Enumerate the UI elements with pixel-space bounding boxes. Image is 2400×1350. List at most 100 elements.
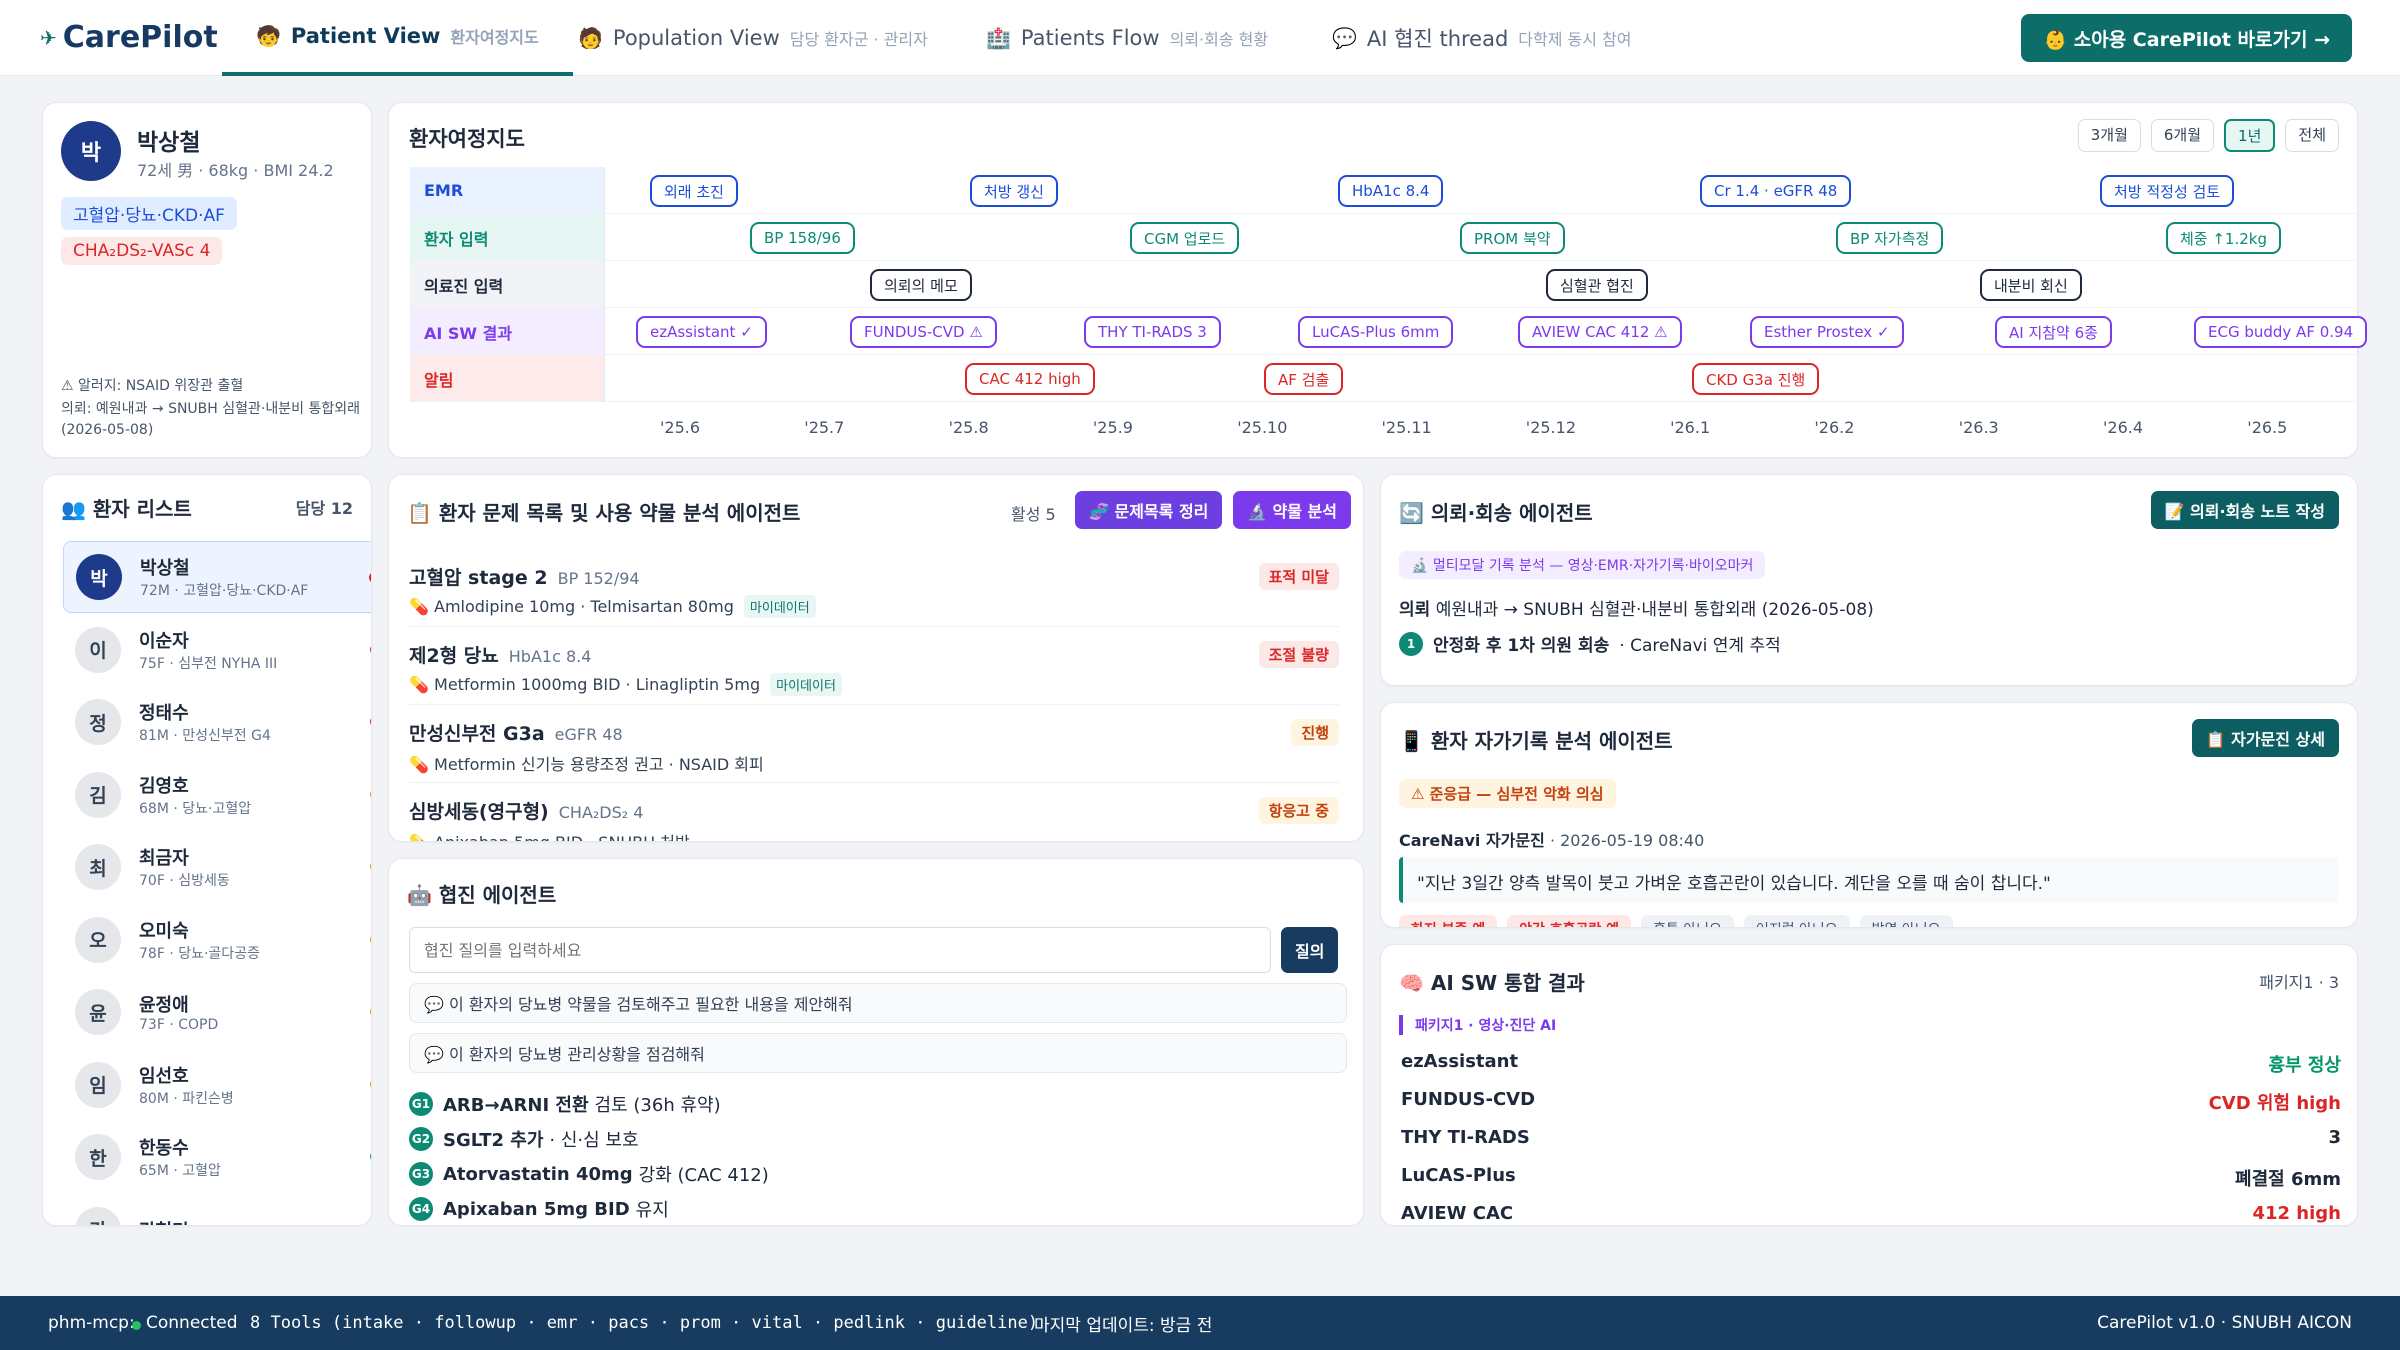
goal-number: G1: [409, 1092, 433, 1116]
patient-list-item[interactable]: 김 김영호 68M · 당뇨·고혈압: [63, 759, 371, 831]
problem-item[interactable]: 심방세동(영구형) CHA₂DS₂ 4 💊 Apixaban 5mg BID · S…: [409, 783, 1339, 841]
avatar: 최: [75, 844, 121, 890]
allergy-note: ⚠ 알러지: NSAID 위장관 출혈: [61, 378, 244, 394]
problem-value: BP 152/94: [557, 569, 640, 588]
ai-result-row: FUNDUS-CVD CVD 위험 high: [1401, 1089, 2341, 1115]
self-record-title: 📱 환자 자가기록 분석 에이전트: [1399, 729, 1673, 753]
axis-tick-label: '25.7: [804, 418, 845, 437]
range-3m[interactable]: 3개월: [2077, 119, 2141, 152]
ai-tool-result: 3: [2328, 1127, 2341, 1148]
patient-list-item[interactable]: 윤 윤정애 73F · COPD: [63, 976, 371, 1048]
patient-name: 김영호: [139, 775, 189, 797]
journey-event[interactable]: AVIEW CAC 412 ⚠: [1518, 316, 1682, 348]
goal-action: SGLT2 추가: [443, 1130, 544, 1151]
journey-event[interactable]: BP 자가측정: [1836, 222, 1944, 254]
problem-value: CHA₂DS₂ 4: [558, 803, 644, 822]
avatar: 이: [75, 626, 121, 673]
journey-event[interactable]: PROM 북약: [1460, 222, 1565, 254]
problem-item[interactable]: 고혈압 stage 2 BP 152/94 💊 Amlodipine 10mg · …: [409, 549, 1339, 627]
patient-list-item[interactable]: 최 최금자 70F · 심방세동: [63, 831, 371, 903]
suggestion-chip[interactable]: 💬 이 환자의 당뇨병 약물을 검토해주고 필요한 내용을 제안해줘: [409, 983, 1347, 1023]
drug-analysis-button[interactable]: 🔬 약물 분석: [1233, 491, 1351, 529]
journey-event[interactable]: AI 지참약 6종: [1995, 316, 2112, 348]
journey-event[interactable]: Cr 1.4 · eGFR 48: [1700, 175, 1852, 207]
journey-event[interactable]: 외래 초진: [650, 175, 738, 207]
ai-sw-title: 🧠 AI SW 통합 결과: [1399, 971, 1585, 995]
package-count: 패키지1 · 3: [2259, 973, 2339, 992]
problem-status-tag: 표적 미달: [1258, 563, 1339, 590]
symptom-chip: 어지럼 아니오: [1743, 915, 1850, 927]
problem-status-tag: 조절 불량: [1258, 641, 1339, 668]
tab-patient-view[interactable]: 🧒 Patient View 환자여정지도: [222, 0, 573, 76]
patient-summary: 70F · 심방세동: [139, 873, 230, 889]
med-text: 💊 Metformin 1000mg BID · Linagliptin 5mg: [409, 675, 761, 694]
problem-list-title: 📋 환자 문제 목록 및 사용 약물 분석 에이전트: [407, 501, 801, 525]
logo[interactable]: ✈ CarePilot: [40, 20, 218, 55]
journey-event[interactable]: CKD G3a 진행: [1692, 363, 1820, 395]
journey-event[interactable]: Esther Prostex ✓: [1750, 316, 1904, 348]
journey-event[interactable]: 체중 ↑1.2kg: [2166, 222, 2281, 254]
problem-item[interactable]: 제2형 당뇨 HbA1c 8.4 💊 Metformin 1000mg BID · …: [409, 627, 1339, 705]
problem-item[interactable]: 만성신부전 G3a eGFR 48 💊 Metformin 신기능 용량조정 권고 …: [409, 705, 1339, 783]
range-all[interactable]: 전체: [2285, 119, 2339, 152]
journey-row: [410, 355, 2360, 402]
active-count: 활성 5: [1011, 505, 1056, 524]
journey-event[interactable]: 심혈관 협진: [1546, 269, 1648, 301]
problem-organize-button[interactable]: 🧬 문제목록 정리: [1075, 491, 1223, 529]
avatar: 김: [75, 771, 121, 818]
goal-number: G3: [409, 1162, 433, 1186]
journey-event[interactable]: 처방 적정성 검토: [2100, 175, 2235, 207]
tools-list: 8 Tools (intake · followup · emr · pacs …: [250, 1313, 1039, 1333]
problem-meds: 💊 Metformin 신기능 용량조정 권고 · NSAID 회피: [409, 751, 764, 775]
journey-event[interactable]: 처방 갱신: [970, 175, 1058, 207]
referral-note-button[interactable]: 📝 의뢰·회송 노트 작성: [2150, 491, 2339, 529]
collab-ask-button[interactable]: 질의: [1281, 927, 1339, 973]
patient-list-item[interactable]: 박 박상철 72M · 고혈압·당뇨·CKD·AF: [63, 541, 371, 613]
patient-name: 임선호: [139, 1065, 189, 1087]
axis-tick-label: '25.9: [1092, 418, 1133, 437]
patient-list-item[interactable]: 정 정태수 81M · 만성신부전 G4: [63, 686, 371, 758]
pediatric-carepilot-button[interactable]: 👶 소아용 CarePilot 바로가기 →: [2021, 14, 2352, 62]
journey-event[interactable]: LuCAS-Plus 6mm: [1298, 316, 1454, 348]
journey-event[interactable]: FUNDUS-CVD ⚠: [850, 316, 997, 348]
patient-list-item[interactable]: 이 이순자 75F · 심부전 NYHA III: [63, 614, 371, 686]
status-dot: [370, 1223, 371, 1225]
self-survey-detail-button[interactable]: 📋 자가문진 상세: [2191, 719, 2339, 757]
journey-event[interactable]: CAC 412 high: [965, 363, 1095, 395]
journey-event[interactable]: HbA1c 8.4: [1338, 175, 1444, 207]
range-6m[interactable]: 6개월: [2150, 119, 2215, 152]
ai-tool-result: 폐결절 6mm: [2235, 1169, 2341, 1190]
journey-event[interactable]: 의뢰의 메모: [870, 269, 972, 301]
ai-sw-results: 🧠 AI SW 통합 결과 패키지1 · 3 패키지1 · 영상·진단 AI e…: [1380, 944, 2358, 1226]
patient-name: 한동수: [139, 1138, 189, 1159]
patient-summary: 68M · 당뇨·고혈압: [139, 800, 252, 817]
goal-reason: 검토 (36h 휴약): [594, 1095, 721, 1116]
suggestion-chip[interactable]: 💬 이 환자의 당뇨병 관리상황을 점검해줘: [409, 1033, 1347, 1073]
problem-meds: 💊 Metformin 1000mg BID · Linagliptin 5mg…: [409, 673, 842, 696]
problem-value: HbA1c 8.4: [508, 647, 592, 666]
urgency-badge: ⚠ 준응급 — 심부전 악화 의심: [1399, 779, 1616, 808]
problem-name: 고혈압 stage 2: [409, 567, 548, 589]
journey-event[interactable]: ECG buddy AF 0.94: [2194, 316, 2368, 348]
mydata-badge: 마이데이터: [743, 595, 816, 618]
patient-list-item[interactable]: 임 임선호 80M · 파킨슨병: [63, 1049, 371, 1121]
tab-ai-thread[interactable]: 💬 AI 협진 thread 다학제 동시 참여: [1332, 0, 1632, 76]
patient-list-item[interactable]: 오 오미숙 78F · 당뇨·골다공증: [63, 904, 371, 976]
journey-event[interactable]: ezAssistant ✓: [636, 316, 767, 348]
tab-patients-flow[interactable]: 🏥 Patients Flow 의뢰·회송 현황: [986, 0, 1268, 76]
collab-query-input[interactable]: [409, 927, 1271, 973]
journey-event[interactable]: BP 158/96: [750, 222, 855, 254]
med-text: 💊 Apixaban 5mg BID · SNUBH 처방: [409, 833, 690, 841]
journey-event[interactable]: AF 검출: [1264, 363, 1344, 395]
symptom-chip: 발열 아니오: [1859, 915, 1953, 927]
patient-name: 오미숙: [139, 920, 189, 942]
patient-list-item[interactable]: 강강혁민: [63, 1194, 371, 1225]
step-number: 1: [1399, 631, 1423, 656]
range-1y[interactable]: 1년: [2224, 119, 2276, 152]
patient-list-item[interactable]: 한 한동수 65M · 고혈압: [63, 1121, 371, 1193]
journey-event[interactable]: THY TI-RADS 3: [1084, 316, 1221, 348]
journey-event[interactable]: 내분비 회신: [1980, 269, 2082, 301]
journey-event[interactable]: CGM 업로드: [1130, 222, 1240, 254]
status-dot: [370, 788, 371, 800]
tab-population-view[interactable]: 🧑 Population View 담당 환자군 · 관리자: [578, 0, 928, 76]
